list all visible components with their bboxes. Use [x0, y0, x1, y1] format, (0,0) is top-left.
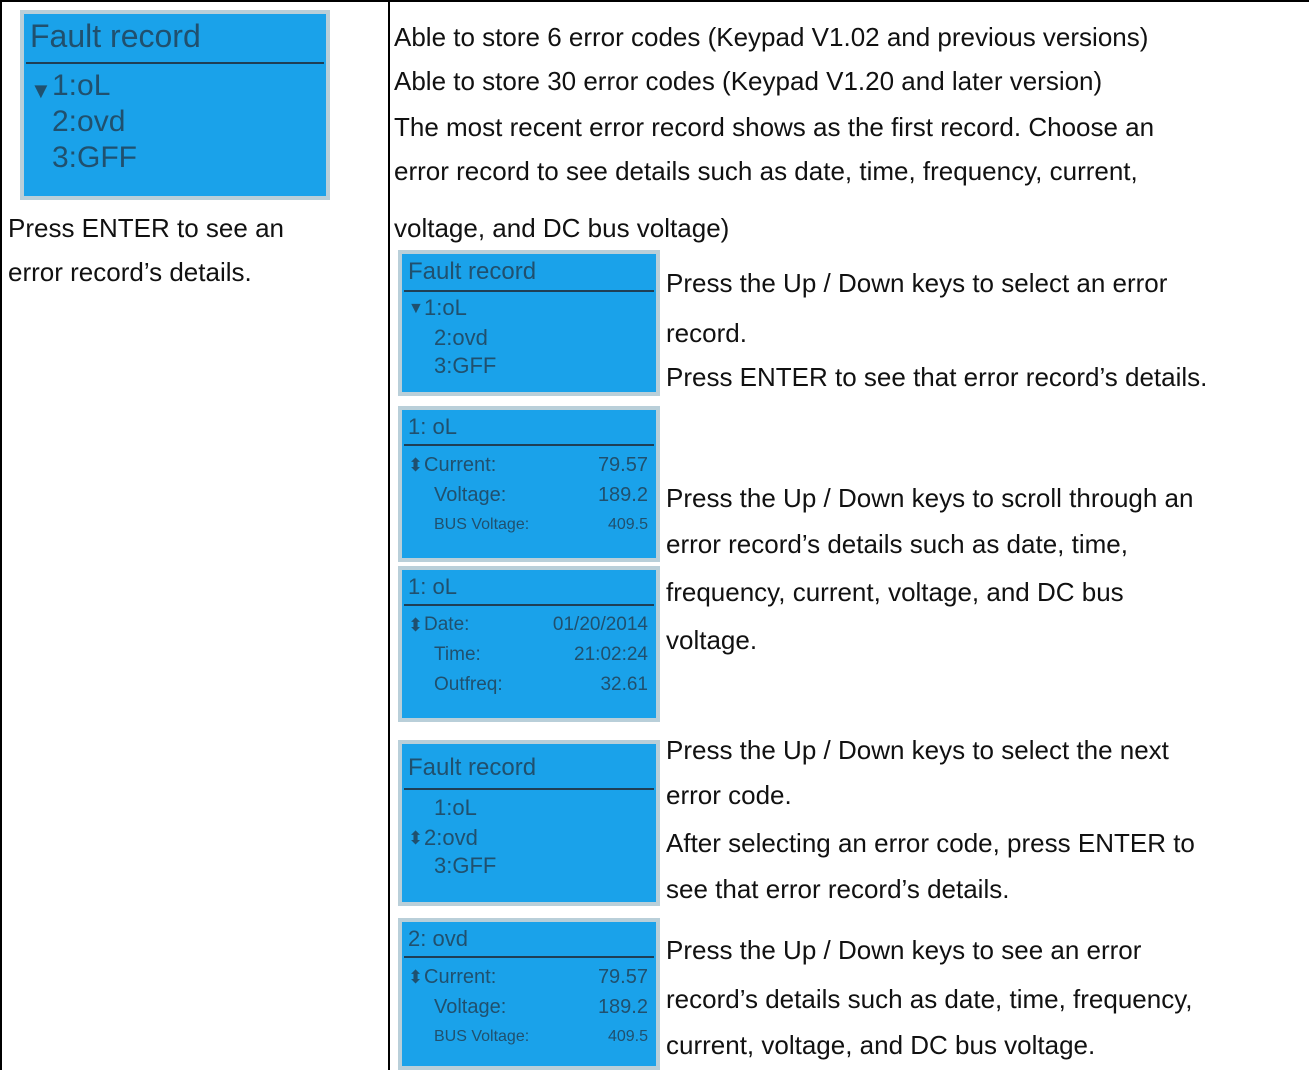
step4-line: record’s details such as date, time, fre… — [666, 984, 1193, 1014]
lcd-title: 1: oL — [408, 574, 457, 599]
lcd-detail-row: Current: 79.57 — [424, 964, 648, 994]
lcd-item: 1:oL — [424, 295, 467, 320]
lcd-detail-row: Outfreq: 32.61 — [434, 672, 648, 702]
table-top-border — [0, 0, 1309, 2]
detail-value: 79.57 — [597, 966, 648, 988]
detail-value: 189.2 — [597, 996, 648, 1018]
intro-line: error record to see details such as date… — [394, 156, 1138, 186]
detail-label: Current: — [424, 454, 497, 476]
lcd-item: 2:ovd — [434, 325, 488, 350]
lcd-title: 2: ovd — [408, 926, 468, 951]
step3-line: error code. — [666, 780, 792, 810]
lcd-item: 2:ovd — [52, 105, 126, 138]
lcd-item: 2:ovd — [424, 825, 478, 850]
detail-value: 409.5 — [607, 516, 648, 533]
detail-label: BUS Voltage: — [434, 516, 530, 533]
lcd-item: 3:GFF — [434, 353, 497, 378]
step3-line: After selecting an error code, press ENT… — [666, 828, 1195, 858]
up-down-arrow-icon: ⬍ — [408, 828, 424, 848]
lcd-title: Fault record — [30, 18, 201, 54]
step2-line: Press the Up / Down keys to scroll throu… — [666, 483, 1194, 513]
detail-value: 21:02:24 — [574, 644, 648, 665]
left-caption-line: error record’s details. — [8, 257, 252, 287]
lcd-screen-record-detail-3: 2: ovd ⬍ Current: 79.57 Voltage: 189.2 B… — [398, 918, 660, 1070]
detail-value: 79.57 — [597, 454, 648, 476]
lcd-item: 1:oL — [52, 69, 111, 102]
step1-line: Press ENTER to see that error record’s d… — [666, 362, 1208, 392]
column-divider — [388, 0, 390, 1070]
lcd-screen-record-detail-1: 1: oL ⬍ Current: 79.57 Voltage: 189.2 BU… — [398, 406, 660, 562]
step3-line: see that error record’s details. — [666, 874, 1010, 904]
lcd-item: 3:GFF — [434, 853, 497, 878]
lcd-title: 1: oL — [408, 414, 457, 439]
lcd-title: Fault record — [408, 258, 537, 285]
lcd-detail-row: Time: 21:02:24 — [434, 642, 648, 672]
detail-label: Voltage: — [434, 996, 507, 1018]
detail-label: Outfreq: — [434, 674, 503, 695]
intro-line: Able to store 6 error codes (Keypad V1.0… — [394, 22, 1149, 52]
detail-label: Voltage: — [434, 484, 507, 506]
detail-label: Current: — [424, 966, 497, 988]
step2-line: error record’s details such as date, tim… — [666, 529, 1128, 559]
step4-line: current, voltage, and DC bus voltage. — [666, 1030, 1096, 1060]
lcd-screen-record-detail-2: 1: oL ⬍ Date: 01/20/2014 Time: 21:02:24 … — [398, 566, 660, 722]
lcd-detail-row: Date: 01/20/2014 — [424, 612, 648, 642]
lcd-detail-row: BUS Voltage: 409.5 — [434, 512, 648, 542]
up-down-arrow-icon: ⬍ — [408, 967, 424, 987]
intro-line: The most recent error record shows as th… — [394, 112, 1155, 142]
step1-line: record. — [666, 318, 747, 348]
step4-line: Press the Up / Down keys to see an error — [666, 935, 1142, 965]
detail-label: Date: — [424, 614, 470, 635]
lcd-detail-row: Current: 79.57 — [424, 452, 648, 482]
detail-value: 189.2 — [597, 484, 648, 506]
lcd-detail-row: Voltage: 189.2 — [434, 482, 648, 512]
lcd-screen-fault-record-select: Fault record ▼ 1:oL 2:ovd 3:GFF — [398, 250, 660, 396]
step1-line: Press the Up / Down keys to select an er… — [666, 268, 1168, 298]
left-caption-line: Press ENTER to see an — [8, 213, 284, 243]
lcd-detail-row: Voltage: 189.2 — [434, 994, 648, 1024]
table-left-border — [0, 0, 2, 1070]
lcd-separator — [26, 62, 324, 64]
lcd-title: Fault record — [408, 754, 537, 781]
intro-line: Able to store 30 error codes (Keypad V1.… — [394, 66, 1103, 96]
lcd-separator — [404, 290, 654, 292]
lcd-detail-row: BUS Voltage: 409.5 — [434, 1024, 648, 1054]
lcd-separator — [404, 956, 654, 958]
up-down-arrow-icon: ⬍ — [408, 455, 424, 475]
down-arrow-icon: ▼ — [30, 78, 52, 103]
step2-line: frequency, current, voltage, and DC bus — [666, 577, 1124, 607]
step3-line: Press the Up / Down keys to select the n… — [666, 735, 1169, 765]
lcd-separator — [404, 788, 654, 790]
intro-line: voltage, and DC bus voltage) — [394, 213, 730, 243]
up-down-arrow-icon: ⬍ — [408, 615, 424, 635]
detail-value: 409.5 — [607, 1028, 648, 1045]
lcd-item: 3:GFF — [52, 141, 138, 174]
lcd-separator — [404, 604, 654, 606]
lcd-separator — [404, 444, 654, 446]
detail-label: Time: — [434, 644, 481, 665]
lcd-screen-fault-record-main: Fault record ▼ 1:oL 2:ovd 3:GFF — [20, 10, 330, 200]
down-arrow-icon: ▼ — [408, 300, 424, 317]
detail-value: 01/20/2014 — [552, 614, 648, 635]
lcd-item: 1:oL — [434, 795, 477, 820]
lcd-screen-fault-record-next: Fault record 1:oL ⬍ 2:ovd 3:GFF — [398, 740, 660, 906]
step2-line: voltage. — [666, 625, 758, 655]
detail-label: BUS Voltage: — [434, 1028, 530, 1045]
detail-value: 32.61 — [600, 674, 648, 695]
